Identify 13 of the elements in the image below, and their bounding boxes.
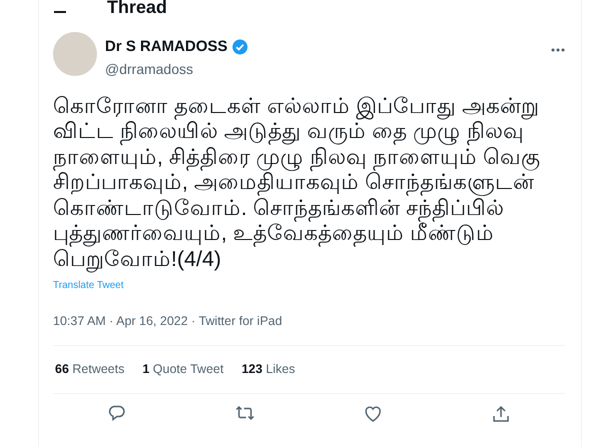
- share-icon[interactable]: [491, 404, 511, 424]
- page-title: Thread: [107, 0, 168, 16]
- stat-link[interactable]: 1 Quote Tweet: [142, 360, 224, 378]
- heart-icon[interactable]: [363, 404, 383, 424]
- stat-link[interactable]: 123 Likes: [242, 360, 296, 378]
- tweet-timestamp: 10:37 AM · Apr 16, 2022 · Twitter for iPad: [53, 314, 282, 328]
- author-name[interactable]: Dr S RAMADOSS: [105, 36, 228, 58]
- author-handle[interactable]: @drramadoss: [105, 58, 551, 80]
- tweet-text: கொரோனா தடைகள் எல்லாம் இப்போது அகன்று விட்ட நிலையில் அடுத்து வரும் தை முழு நிலவு நாளையும், சித்திரை முழு நிலவு நாளையும் வெகு சிறப்பாகவும், அமைதியாகவும் சொந்தங்களுடன் கொண்டாடுவோம். சொந்தங்களின் சந்திப்பில் புத்துணர்வையும், உத்வேகத்தையும் மீண்டும் பெறுவோம்!(4/4): [53, 94, 541, 272]
- avatar-placeholder: [53, 32, 97, 76]
- reply-icon[interactable]: [107, 404, 127, 424]
- stat-link[interactable]: 66 Retweets: [55, 360, 124, 378]
- more-options-icon[interactable]: [551, 48, 565, 52]
